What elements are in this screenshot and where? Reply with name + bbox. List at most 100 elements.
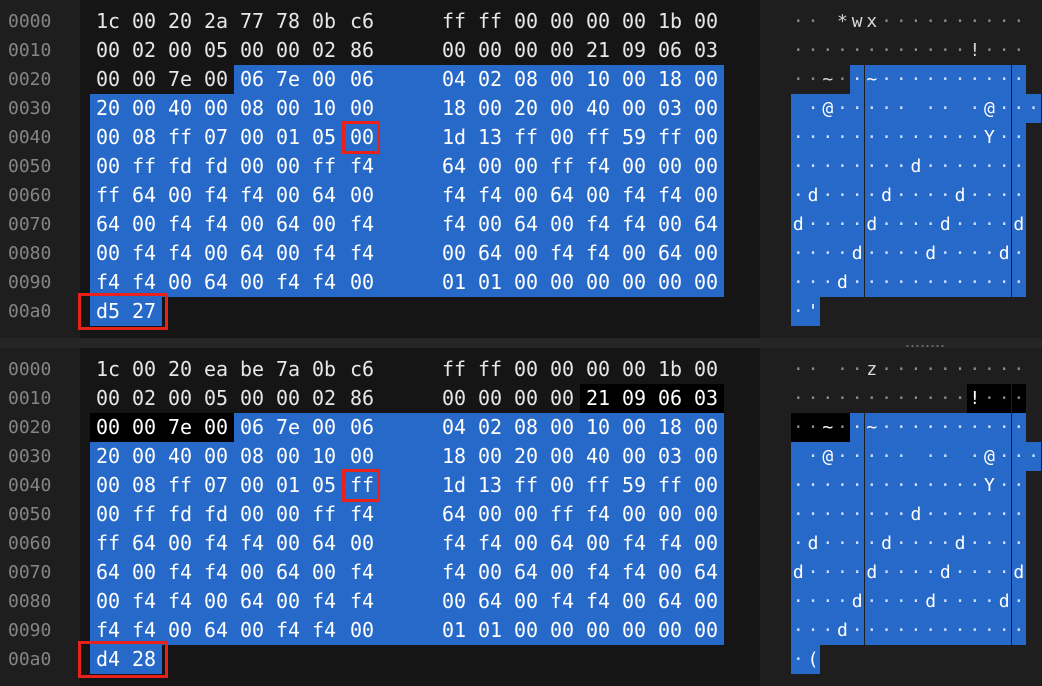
ascii-char[interactable]: ·	[982, 210, 997, 239]
ascii-char[interactable]: ·	[909, 7, 924, 36]
hex-byte[interactable]: 64	[652, 587, 688, 616]
hex-byte[interactable]: f4	[306, 239, 342, 268]
hex-byte[interactable]: 64	[270, 558, 306, 587]
hex-byte[interactable]: f4	[126, 239, 162, 268]
hex-byte[interactable]: 00	[616, 7, 652, 36]
ascii-char[interactable]: ·	[849, 500, 865, 529]
ascii-char[interactable]: w	[850, 7, 865, 36]
hex-byte[interactable]: 00	[472, 36, 508, 65]
hex-byte[interactable]: 40	[162, 94, 198, 123]
ascii-char[interactable]: ·	[938, 152, 953, 181]
hex-byte[interactable]: 06	[342, 413, 436, 442]
hex-byte[interactable]: 86	[342, 36, 436, 65]
ascii-char[interactable]: ·	[996, 268, 1012, 297]
hex-byte[interactable]: 02	[306, 384, 342, 413]
hex-byte[interactable]: f4	[580, 239, 616, 268]
hex-byte[interactable]: 00	[342, 529, 436, 558]
hex-byte[interactable]: 00	[508, 152, 544, 181]
hex-byte[interactable]: ff	[472, 7, 508, 36]
ascii-char[interactable]: ·	[1011, 94, 1027, 123]
ascii-char[interactable]: d	[996, 239, 1012, 268]
hex-byte[interactable]: 00	[652, 500, 688, 529]
ascii-char[interactable]: ·	[791, 123, 806, 152]
ascii-char[interactable]: @	[982, 442, 997, 471]
hex-byte[interactable]: c6	[342, 355, 436, 384]
hex-byte[interactable]: fd	[198, 500, 234, 529]
hex-byte[interactable]: 00	[234, 500, 270, 529]
hex-byte[interactable]: 05	[198, 36, 234, 65]
ascii-char[interactable]: ·	[791, 181, 806, 210]
hex-byte[interactable]: 00	[270, 94, 306, 123]
hex-byte[interactable]: 00	[688, 7, 724, 36]
hex-byte[interactable]: 7e	[162, 413, 198, 442]
hex-byte[interactable]: 00	[544, 413, 580, 442]
ascii-char[interactable]: ·	[982, 500, 997, 529]
hex-byte[interactable]: c6	[342, 7, 436, 36]
ascii-char[interactable]: ·	[997, 355, 1012, 384]
ascii-char[interactable]: ·	[923, 7, 938, 36]
ascii-char[interactable]: ·	[791, 413, 806, 442]
hex-byte[interactable]: 00	[162, 268, 198, 297]
ascii-char[interactable]: ·	[923, 529, 938, 558]
ascii-char[interactable]: ·	[791, 355, 806, 384]
ascii-char[interactable]: d	[835, 616, 850, 645]
ascii-char[interactable]: ·	[864, 587, 880, 616]
hex-byte[interactable]: 00	[616, 355, 652, 384]
ascii-char[interactable]: ·	[908, 616, 924, 645]
ascii-char[interactable]	[952, 94, 968, 123]
ascii-char[interactable]: ·	[996, 500, 1012, 529]
hex-byte[interactable]: f4	[616, 181, 652, 210]
hex-byte[interactable]: 1d	[436, 471, 472, 500]
ascii-char[interactable]: ·	[820, 268, 836, 297]
ascii-char[interactable]: ·	[805, 123, 821, 152]
ascii-char[interactable]: ·	[952, 413, 968, 442]
hex-byte[interactable]: 00	[616, 616, 652, 645]
ascii-char[interactable]: ·	[953, 7, 968, 36]
hex-byte[interactable]: 00	[508, 529, 544, 558]
ascii-char[interactable]: ·	[1011, 442, 1027, 471]
hex-byte[interactable]: 00	[616, 268, 652, 297]
hex-byte[interactable]: 06	[234, 413, 270, 442]
hex-byte[interactable]: 02	[472, 65, 508, 94]
ascii-char[interactable]: ·	[938, 65, 953, 94]
ascii-char[interactable]: ·	[864, 471, 880, 500]
ascii-char[interactable]: ·	[893, 413, 909, 442]
ascii-char[interactable]: ·	[879, 152, 894, 181]
hex-byte[interactable]: 00	[688, 413, 724, 442]
hex-byte[interactable]: ff	[652, 123, 688, 152]
hex-byte[interactable]: 00	[544, 471, 580, 500]
ascii-char[interactable]	[791, 94, 806, 123]
hex-byte[interactable]: ff	[162, 123, 198, 152]
hex-byte[interactable]: 00	[544, 210, 580, 239]
ascii-char[interactable]: ·	[820, 529, 836, 558]
ascii-char[interactable]: ·	[952, 239, 968, 268]
hex-byte[interactable]: 00	[270, 529, 306, 558]
ascii-char[interactable]: ·	[938, 413, 953, 442]
ascii-column[interactable]: · · · · z · · · · · · · · · · · · · · · · · · · · · ·! · · · · · ~ · · ~ · ·…	[785, 348, 1042, 686]
hex-byte[interactable]: 06	[652, 36, 688, 65]
hex-byte[interactable]: 00	[342, 94, 436, 123]
hex-byte[interactable]: 00	[270, 239, 306, 268]
hex-byte[interactable]: 64	[126, 529, 162, 558]
hex-byte[interactable]: f4	[580, 500, 616, 529]
ascii-char[interactable]: ·	[952, 65, 968, 94]
hex-byte[interactable]: 00	[342, 616, 436, 645]
hex-byte[interactable]: f4	[472, 181, 508, 210]
ascii-char[interactable]: ·	[923, 384, 938, 413]
ascii-char[interactable]: ·	[923, 94, 938, 123]
ascii-char[interactable]: ·	[835, 152, 850, 181]
ascii-char[interactable]: ·	[982, 413, 997, 442]
ascii-char[interactable]: ·	[791, 500, 806, 529]
hex-byte[interactable]: ff	[90, 181, 126, 210]
ascii-char[interactable]: ·	[879, 384, 894, 413]
ascii-char[interactable]: ·	[1026, 94, 1041, 123]
ascii-char[interactable]: ·	[806, 36, 821, 65]
hex-byte[interactable]: f4	[342, 210, 436, 239]
ascii-char[interactable]: ·	[849, 616, 865, 645]
ascii-char[interactable]: d	[938, 210, 953, 239]
hex-byte[interactable]: 00	[616, 152, 652, 181]
hex-byte[interactable]: 00	[234, 123, 270, 152]
ascii-char[interactable]: ·	[865, 36, 880, 65]
hex-byte[interactable]: f4	[306, 587, 342, 616]
hex-byte[interactable]: 1b	[652, 355, 688, 384]
